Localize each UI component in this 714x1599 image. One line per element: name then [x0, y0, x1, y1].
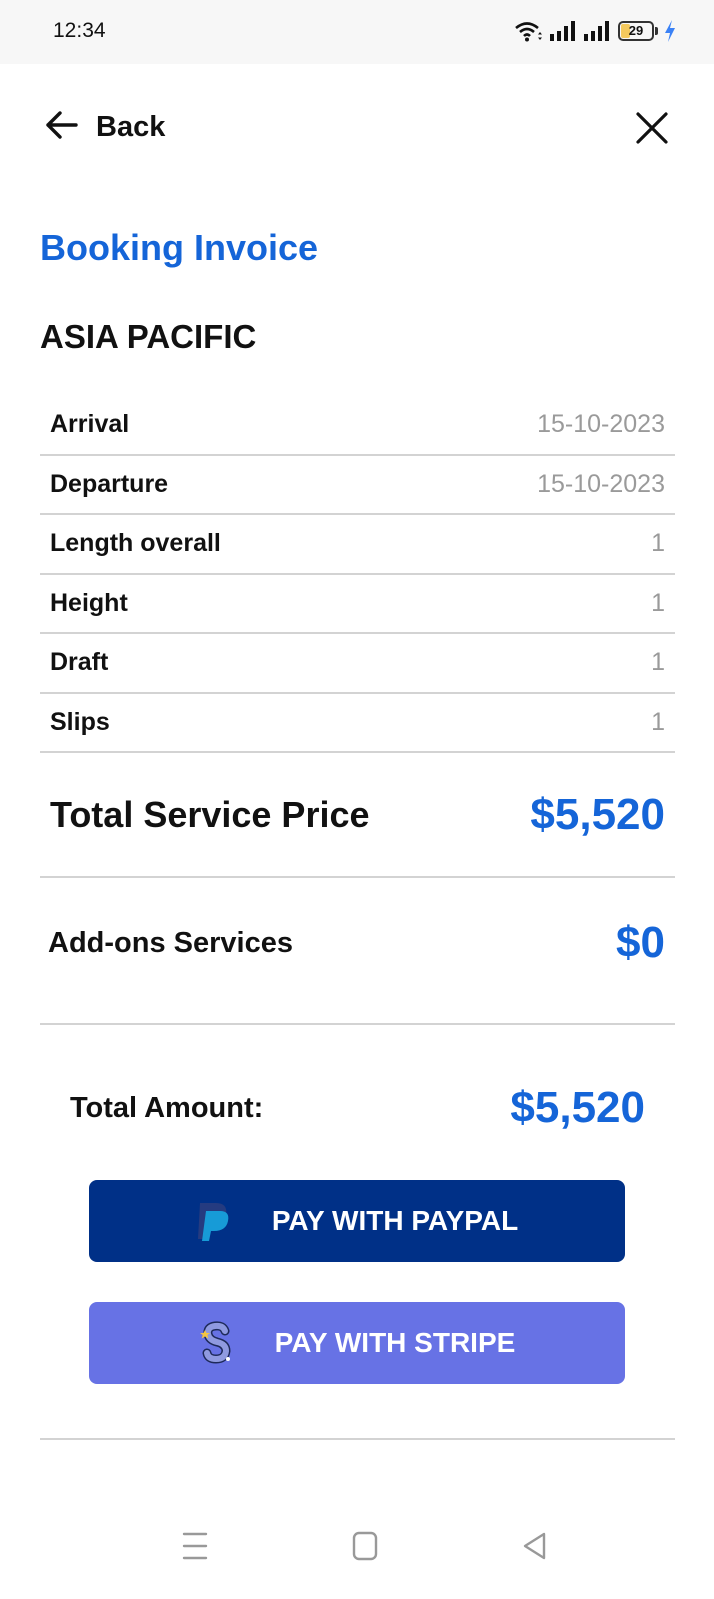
total-service-price-row: Total Service Price $5,520 — [40, 790, 675, 840]
detail-label: Departure — [50, 469, 169, 498]
detail-row-slips: Slips 1 — [40, 694, 675, 753]
paypal-label: PAY WITH PAYPAL — [271, 1205, 519, 1236]
signal-icon — [550, 21, 578, 41]
total-amount-label: Total Amount: — [70, 1091, 264, 1124]
pay-with-stripe-button[interactable]: PAY WITH STRIPE — [89, 1302, 625, 1384]
detail-label: Length overall — [50, 529, 221, 558]
detail-value: 15-10-2023 — [537, 469, 665, 498]
detail-row-arrival: Arrival 15-10-2023 — [40, 396, 675, 456]
stripe-icon — [199, 1321, 231, 1364]
addons-value: $0 — [616, 918, 665, 967]
detail-label: Draft — [50, 648, 109, 677]
back-label: Back — [96, 111, 166, 143]
battery-level: 29 — [628, 23, 644, 38]
detail-row-departure: Departure 15-10-2023 — [40, 456, 675, 515]
paypal-icon — [197, 1203, 229, 1241]
detail-value: 15-10-2023 — [537, 410, 665, 439]
divider — [40, 876, 675, 878]
detail-value: 1 — [651, 648, 665, 677]
system-navigation-bar — [0, 1530, 714, 1570]
back-triangle-icon[interactable] — [522, 1530, 548, 1567]
detail-label: Arrival — [50, 410, 130, 439]
booking-details: Arrival 15-10-2023 Departure 15-10-2023 … — [40, 396, 675, 753]
status-icons: 29 — [514, 20, 676, 42]
signal-icon — [584, 21, 612, 41]
detail-label: Slips — [50, 707, 110, 736]
close-button[interactable] — [634, 110, 670, 146]
close-icon — [636, 112, 668, 144]
detail-row-height: Height 1 — [40, 575, 675, 634]
back-button[interactable]: Back — [44, 110, 165, 145]
wifi-icon — [514, 20, 544, 42]
divider — [40, 1023, 675, 1025]
battery-cap — [655, 27, 658, 35]
battery-icon: 29 — [618, 21, 654, 41]
stripe-label: PAY WITH STRIPE — [274, 1327, 516, 1358]
detail-label: Height — [50, 588, 128, 617]
divider — [40, 1438, 675, 1440]
status-bar: 12:34 29 — [0, 0, 714, 64]
top-nav: Back — [0, 64, 714, 194]
arrow-left-icon — [44, 110, 78, 145]
detail-value: 1 — [651, 707, 665, 736]
menu-icon[interactable] — [182, 1530, 208, 1567]
detail-value: 1 — [651, 529, 665, 558]
status-time: 12:34 — [53, 19, 106, 42]
total-amount-value: $5,520 — [510, 1083, 645, 1132]
charging-icon — [664, 20, 676, 42]
home-icon[interactable] — [352, 1530, 378, 1567]
addons-label: Add-ons Services — [48, 926, 293, 959]
addons-row: Add-ons Services $0 — [40, 918, 675, 968]
section-title: ASIA PACIFIC — [40, 318, 257, 355]
detail-value: 1 — [651, 588, 665, 617]
page-title: Booking Invoice — [40, 227, 319, 268]
pay-with-paypal-button[interactable]: PAY WITH PAYPAL — [89, 1180, 625, 1262]
detail-row-length-overall: Length overall 1 — [40, 515, 675, 575]
total-service-price-label: Total Service Price — [50, 794, 370, 835]
total-service-price-value: $5,520 — [530, 790, 665, 839]
detail-row-draft: Draft 1 — [40, 634, 675, 694]
total-amount-row: Total Amount: $5,520 — [70, 1083, 645, 1133]
